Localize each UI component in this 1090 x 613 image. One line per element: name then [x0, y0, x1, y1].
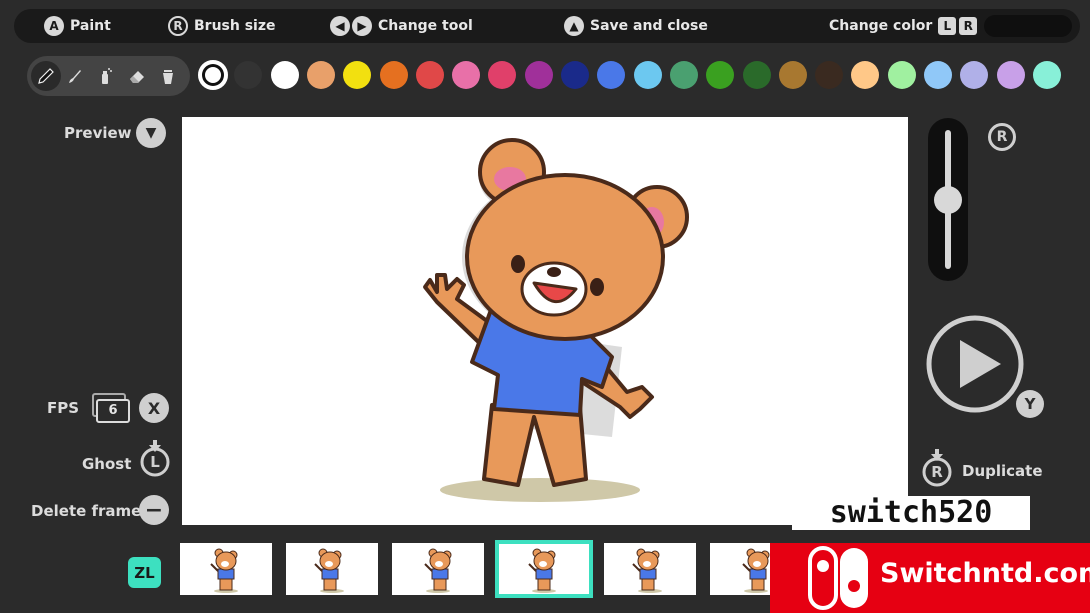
spray-icon[interactable] [91, 62, 119, 90]
save-close-label: Save and close [590, 18, 708, 34]
color-swatch[interactable] [597, 61, 626, 89]
ground-shadow [440, 478, 640, 502]
color-swatch[interactable] [633, 61, 662, 89]
color-swatch[interactable] [996, 61, 1025, 89]
color-swatch[interactable] [270, 61, 299, 89]
bear-legs [482, 403, 588, 487]
color-swatch[interactable] [669, 61, 698, 89]
paint-hint[interactable]: A Paint [44, 9, 111, 43]
frame-bear-thumbnail [632, 548, 662, 593]
a-button-icon: A [44, 16, 64, 36]
pencil-icon[interactable] [31, 61, 61, 91]
dpad-right-icon: ▶ [352, 16, 372, 36]
save-close-hint[interactable]: ▲ Save and close [564, 9, 708, 43]
r-stick-icon: R [988, 123, 1016, 151]
brush-size-slider[interactable] [928, 118, 968, 281]
ghost-l-button[interactable]: L [138, 439, 172, 477]
preview-label: Preview [64, 124, 132, 142]
switch-logo-icon [808, 546, 868, 610]
minus-button-icon[interactable]: − [139, 495, 169, 525]
change-color-label: Change color [829, 18, 933, 34]
color-swatch[interactable] [960, 61, 989, 89]
color-swatch[interactable] [1032, 61, 1061, 89]
drawing-canvas[interactable] [182, 117, 908, 525]
color-swatch[interactable] [887, 61, 916, 89]
change-tool-hint[interactable]: ◀ ▶ Change tool [330, 9, 473, 43]
y-button-icon: Y [1016, 390, 1044, 418]
frame-thumbnail[interactable] [495, 540, 593, 598]
r-stick-icon: R [168, 16, 188, 36]
bear-nose [547, 267, 561, 277]
zl-button-icon[interactable]: ZL [128, 557, 161, 588]
change-color-hint[interactable]: Change color L R [829, 9, 978, 43]
current-color-preview [984, 15, 1072, 37]
frame-thumbnail[interactable] [180, 543, 272, 595]
dpad-left-icon: ◀ [330, 16, 350, 36]
frame-bear-thumbnail [314, 548, 344, 593]
watermark-switchntd: Switchntd.com [770, 543, 1090, 613]
l-stick-icon: L [150, 453, 160, 471]
bear-eye-left [511, 255, 525, 273]
color-swatch[interactable] [488, 61, 517, 89]
r-button-icon: R [959, 17, 978, 35]
play-button[interactable] [925, 314, 1025, 414]
slider-knob[interactable] [934, 185, 962, 214]
frame-thumbnail[interactable] [392, 543, 484, 595]
brush-icon[interactable] [61, 62, 89, 90]
fps-value: 6 [96, 399, 130, 423]
color-swatch[interactable] [561, 61, 589, 89]
color-swatch[interactable] [778, 61, 807, 89]
color-swatch[interactable] [815, 61, 844, 89]
change-tool-label: Change tool [378, 18, 473, 34]
paint-label: Paint [70, 18, 111, 34]
x-button-icon[interactable]: X [139, 393, 169, 423]
color-swatch[interactable] [343, 61, 372, 89]
duplicate-r-button[interactable]: R [920, 448, 954, 488]
fill-bucket-icon[interactable] [154, 62, 182, 90]
color-swatch[interactable] [234, 61, 263, 89]
dpad-up-icon: ▲ [564, 16, 584, 36]
color-swatch[interactable] [415, 61, 444, 89]
ghost-label: Ghost [82, 455, 132, 473]
color-swatch[interactable] [452, 61, 481, 89]
preview-toggle-button[interactable]: ▼ [136, 118, 166, 148]
color-swatch[interactable] [851, 61, 880, 89]
watermark-switch520: switch520 [792, 496, 1030, 530]
color-swatch[interactable] [379, 61, 408, 89]
bear-eye-right [590, 278, 604, 296]
duplicate-label: Duplicate [962, 462, 1043, 480]
frame-bear-thumbnail [424, 548, 452, 593]
color-swatch[interactable] [742, 61, 771, 89]
color-swatch[interactable] [198, 60, 228, 90]
r-stick-icon: R [931, 463, 943, 481]
color-swatch[interactable] [924, 61, 952, 89]
fps-value-box[interactable]: 6 [92, 393, 130, 423]
fps-label: FPS [47, 399, 80, 417]
watermark-switchntd-text: Switchntd.com [880, 558, 1090, 589]
top-controls-bar: A Paint R Brush size ◀ ▶ Change tool ▲ S… [14, 9, 1080, 43]
l-button-icon: L [938, 17, 957, 35]
brush-size-hint[interactable]: R Brush size [168, 9, 276, 43]
brush-size-label: Brush size [194, 18, 276, 34]
tool-selector [27, 56, 190, 96]
color-swatch[interactable] [524, 61, 553, 89]
bear-drawing [423, 138, 689, 502]
color-swatch[interactable] [306, 61, 335, 89]
delete-frame-label: Delete frame [31, 502, 142, 520]
eraser-icon[interactable] [123, 62, 151, 90]
frame-bear-thumbnail [528, 548, 556, 593]
color-swatch[interactable] [706, 61, 735, 89]
frame-thumbnail[interactable] [604, 543, 696, 595]
frame-bear-thumbnail [210, 548, 238, 593]
frame-thumbnail[interactable] [286, 543, 378, 595]
